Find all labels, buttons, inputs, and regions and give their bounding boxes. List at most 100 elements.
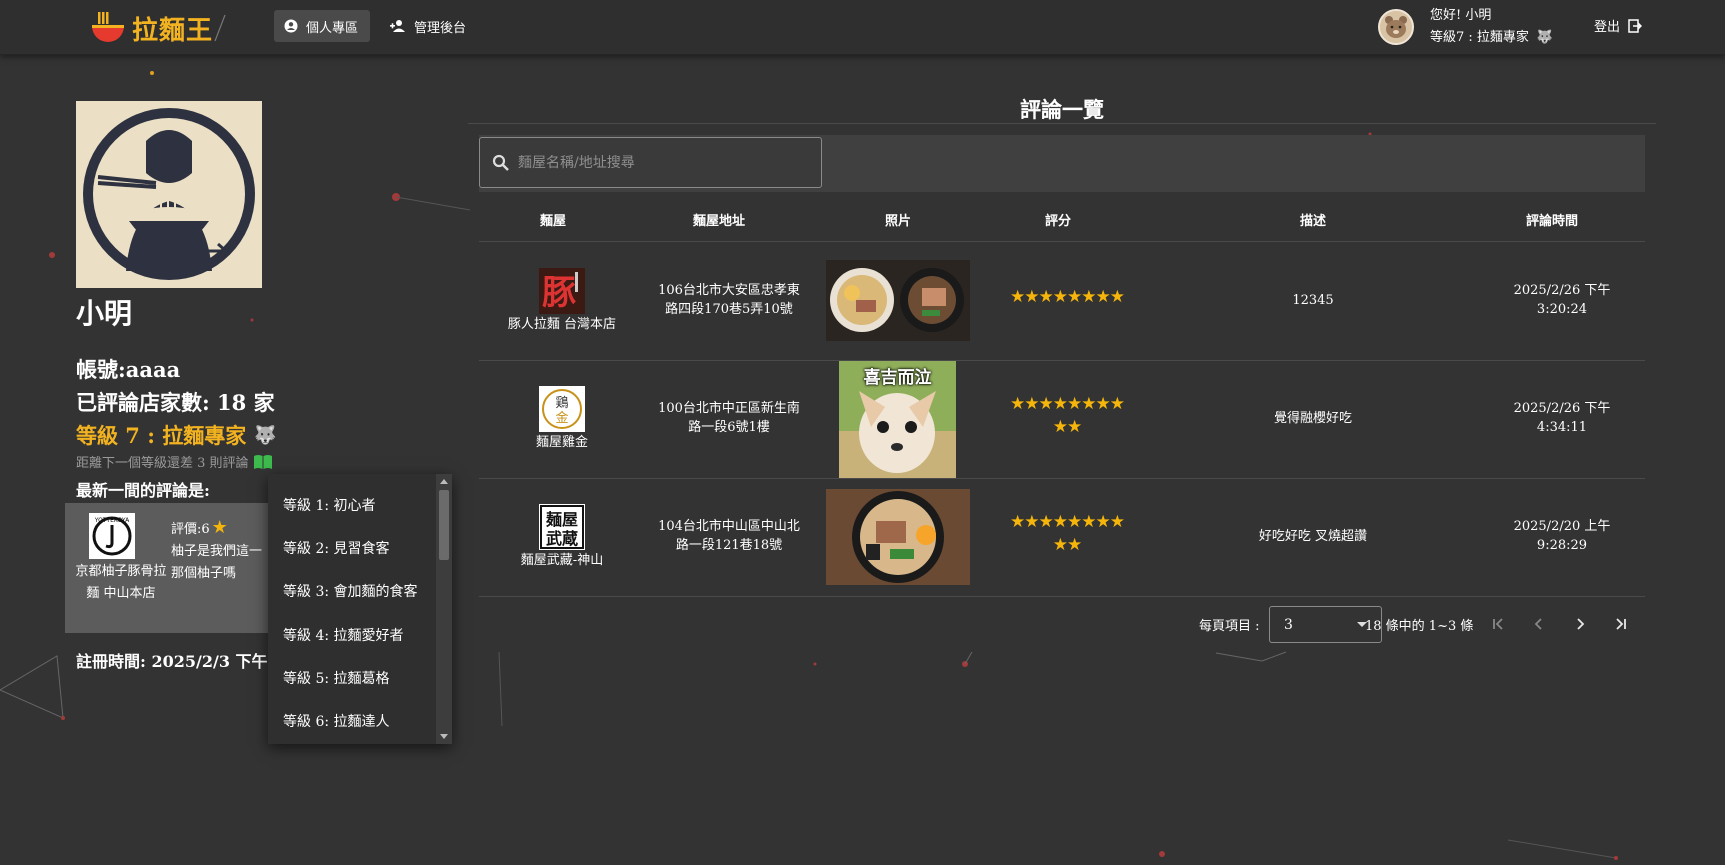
- tab-admin[interactable]: 管理後台: [380, 10, 478, 42]
- logout-icon: [1628, 18, 1643, 33]
- table-row[interactable]: 豚 豚人拉麵 台灣本店 106台北市大安區忠孝東 路四段170巷5弄10號 ★★…: [479, 243, 1645, 361]
- stars-line-2: ★★: [1052, 417, 1082, 437]
- logo-slash-icon: [214, 14, 226, 42]
- svg-text:YOTTEKOYA: YOTTEKOYA: [94, 517, 130, 524]
- review-photo[interactable]: [826, 489, 970, 585]
- level-option-2[interactable]: 等級 2: 見習食客: [283, 538, 390, 558]
- stars-line-1: ★★★★★★★★: [1010, 512, 1125, 532]
- level-option-5[interactable]: 等級 5: 拉麵葛格: [283, 668, 390, 688]
- shop-name[interactable]: 麵屋雞金: [536, 433, 588, 452]
- level-dropdown[interactable]: 等級 1: 初心者 等級 2: 見習食客 等級 3: 會加麵的食客 等級 4: …: [268, 474, 452, 744]
- latest-review-card[interactable]: YOTTEKOYA 京都柚子豚骨拉麵 中山本店 評價:6 ★ 柚子是我們這一 那…: [65, 503, 270, 633]
- latest-review-label: 最新一間的評論是:: [76, 481, 210, 500]
- logout-label: 登出: [1594, 20, 1621, 35]
- yottekoya-logo-icon: YOTTEKOYA: [89, 513, 135, 559]
- ramen-photo-image: [826, 260, 970, 341]
- svg-text:武蔵: 武蔵: [546, 529, 578, 548]
- review-photo[interactable]: [826, 260, 970, 341]
- level-option-4[interactable]: 等級 4: 拉麵愛好者: [283, 625, 404, 645]
- avatar: [1378, 9, 1414, 45]
- scroll-down-icon[interactable]: [436, 730, 452, 742]
- shop-name[interactable]: 豚人拉麵 台灣本店: [508, 315, 616, 334]
- review-clock: 9:28:29: [1536, 538, 1588, 553]
- table-row[interactable]: 麺屋 武蔵 麵屋武藏-神山 104台北市中山區中山北 路一段121巷18號 ★★…: [479, 479, 1645, 597]
- col-review-time[interactable]: 評論時間: [1526, 210, 1578, 229]
- profile-name: 小明: [76, 297, 133, 330]
- level-text-row[interactable]: 等級 7 : 拉麵專家 🐺: [76, 420, 277, 450]
- col-photo[interactable]: 照片: [885, 210, 911, 229]
- address-line-1: 106台北市大安區忠孝東: [658, 283, 800, 298]
- book-icon: [253, 454, 272, 469]
- tab-admin-label: 管理後台: [414, 20, 467, 36]
- musashi-logo-icon: 麺屋 武蔵: [539, 504, 585, 550]
- scrollbar-thumb[interactable]: [439, 490, 449, 560]
- col-rating[interactable]: 評分: [1045, 210, 1071, 229]
- address-line-1: 100台北市中正區新生南: [658, 401, 800, 416]
- search-bar: [479, 135, 1645, 192]
- search-field[interactable]: [479, 137, 822, 188]
- wolf-icon: 🐺: [254, 424, 277, 446]
- address-line-1: 104台北市中山區中山北: [658, 519, 800, 534]
- torikin-logo-icon: 鶏 金: [539, 386, 585, 432]
- last-page-button[interactable]: [1609, 612, 1633, 636]
- butajin-logo-icon: 豚: [539, 268, 585, 314]
- tab-profile-label: 個人專區: [306, 20, 359, 36]
- chevron-left-icon: [1534, 618, 1542, 630]
- level-option-3[interactable]: 等級 3: 會加麵的食客: [283, 581, 418, 601]
- col-shop[interactable]: 麵屋: [540, 210, 566, 229]
- latest-shop-name: 京都柚子豚骨拉麵 中山本店: [75, 564, 167, 601]
- logo[interactable]: 拉麵王: [90, 8, 227, 48]
- review-description: 12345: [1292, 293, 1334, 308]
- svg-text:豚: 豚: [542, 273, 576, 313]
- user-info[interactable]: 您好! 小明 等級7 : 拉麵專家 🐺: [1378, 3, 1553, 51]
- review-time: 2025/2/20 上午 9:28:29: [1514, 517, 1611, 555]
- level-option-6[interactable]: 等級 6: 拉麵達人: [283, 711, 390, 731]
- greeting-text: 您好! 小明: [1430, 8, 1492, 23]
- prev-page-button[interactable]: [1527, 612, 1551, 636]
- level-dropdown-scrollbar[interactable]: [436, 474, 452, 744]
- table-row[interactable]: 鶏 金 麵屋雞金 100台北市中正區新生南 路一段6號1樓 喜吉而泣 ★★★★★…: [479, 361, 1645, 479]
- rating-stars: ★★★★★★★★: [997, 286, 1137, 309]
- page-range-text: 18 條中的 1~3 條: [1365, 618, 1474, 634]
- register-time: 註冊時間: 2025/2/3 下午: [76, 652, 268, 671]
- scroll-up-icon[interactable]: [436, 476, 452, 488]
- star-icon: ★: [211, 517, 228, 538]
- stars-line-1: ★★★★★★★★: [1010, 287, 1125, 307]
- per-page-label: 每頁項目 :: [1199, 618, 1260, 634]
- photo-caption: 喜吉而泣: [863, 368, 932, 388]
- logout-button[interactable]: 登出: [1594, 16, 1643, 35]
- shop-address: 106台北市大安區忠孝東 路四段170巷5弄10號: [658, 281, 800, 319]
- review-date: 2025/2/20 上午: [1513, 519, 1611, 534]
- per-page-value: 3: [1284, 616, 1293, 633]
- shop-name[interactable]: 麵屋武藏-神山: [521, 551, 603, 570]
- col-address[interactable]: 麵屋地址: [693, 210, 745, 229]
- logo-text: 拉麵王: [132, 15, 214, 46]
- review-description: 覺得融櫻好吃: [1273, 411, 1353, 426]
- title-divider: [468, 123, 1656, 124]
- next-level-hint: 距離下一個等級還差 3 則評論: [76, 452, 273, 471]
- svg-text:麺屋: 麺屋: [545, 510, 578, 529]
- next-page-button[interactable]: [1568, 612, 1592, 636]
- add-user-icon: [390, 20, 405, 32]
- first-page-icon: [1493, 618, 1503, 630]
- level-option-1[interactable]: 等級 1: 初心者: [283, 495, 376, 515]
- next-level-hint-text: 距離下一個等級還差 3 則評論: [76, 456, 249, 471]
- rating-stars: ★★★★★★★★ ★★: [997, 511, 1137, 557]
- review-count-text: 已評論店家數: 18 家: [76, 390, 275, 415]
- search-input[interactable]: [518, 154, 798, 171]
- ramen-bowl-photo-image: [826, 489, 970, 585]
- review-date: 2025/2/26 下午: [1513, 283, 1611, 298]
- address-line-2: 路一段6號1樓: [688, 420, 770, 435]
- user-circle-icon: [284, 19, 298, 33]
- first-page-button[interactable]: [1486, 612, 1510, 636]
- ramen-bowl-icon: [92, 12, 124, 42]
- rating-stars: ★★★★★★★★ ★★: [997, 393, 1137, 439]
- review-photo[interactable]: 喜吉而泣: [839, 361, 956, 478]
- panel-title: 評論一覽: [1020, 97, 1104, 122]
- review-description: 好吃好吃 叉燒超讚: [1258, 529, 1368, 544]
- tab-profile[interactable]: 個人專區: [274, 10, 371, 42]
- review-time: 2025/2/26 下午 3:20:24: [1514, 281, 1611, 319]
- latest-desc-line-2: 那個柚子嗎: [171, 566, 237, 581]
- svg-text:金: 金: [555, 410, 568, 426]
- col-description[interactable]: 描述: [1300, 210, 1326, 229]
